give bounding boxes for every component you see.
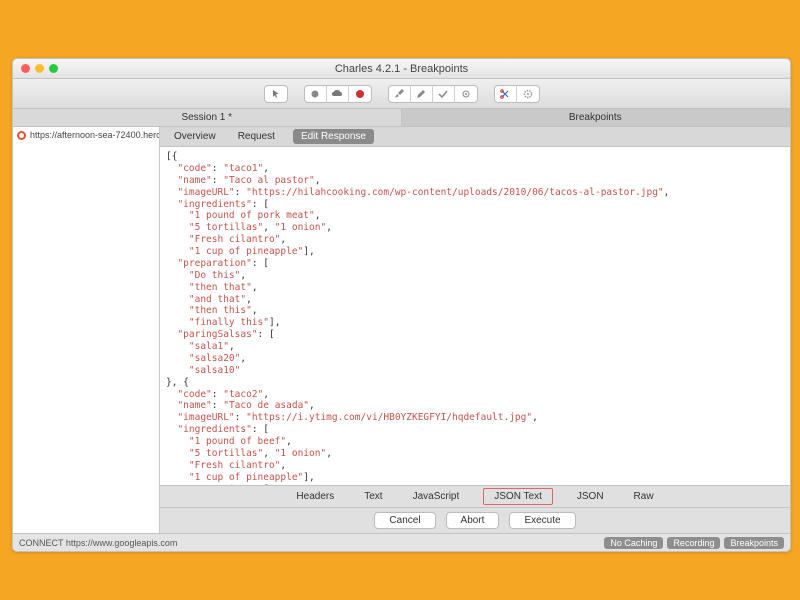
minimize-icon[interactable] <box>35 64 44 73</box>
cursor-icon[interactable] <box>265 85 287 103</box>
request-url: https://afternoon-sea-72400.herokuapp <box>30 130 159 140</box>
scissors-icon[interactable] <box>495 85 517 103</box>
toolbar-group-edit <box>388 85 478 103</box>
tab-request[interactable]: Request <box>234 129 279 144</box>
body: https://afternoon-sea-72400.herokuapp Ov… <box>13 127 790 533</box>
record-icon[interactable] <box>305 85 327 103</box>
zoom-icon[interactable] <box>49 64 58 73</box>
cancel-button[interactable]: Cancel <box>374 512 435 529</box>
sidebar: https://afternoon-sea-72400.herokuapp <box>13 127 160 533</box>
window-title: Charles 4.2.1 - Breakpoints <box>13 63 790 75</box>
main-pane: Overview Request Edit Response [{ "code"… <box>160 127 790 533</box>
tab-session[interactable]: Session 1 * <box>13 109 402 126</box>
cloud-icon[interactable] <box>327 85 349 103</box>
statusbar: CONNECT https://www.googleapis.com No Ca… <box>13 533 790 551</box>
stop-icon[interactable] <box>349 85 371 103</box>
btab-json-text[interactable]: JSON Text <box>483 488 553 505</box>
btab-raw[interactable]: Raw <box>628 489 660 504</box>
toolbar-group-left <box>264 85 288 103</box>
check-icon[interactable] <box>433 85 455 103</box>
close-icon[interactable] <box>21 64 30 73</box>
tab-overview[interactable]: Overview <box>170 129 220 144</box>
action-row: Cancel Abort Execute <box>160 507 790 533</box>
status-badges: No Caching Recording Breakpoints <box>604 537 784 549</box>
status-connect: CONNECT https://www.googleapis.com <box>19 538 177 548</box>
toolbar <box>13 79 790 109</box>
toolbar-group-right <box>494 85 540 103</box>
bottom-tabs: Headers Text JavaScript JSON Text JSON R… <box>160 485 790 507</box>
json-editor[interactable]: [{ "code": "taco1", "name": "Taco al pas… <box>160 147 790 485</box>
tab-breakpoints[interactable]: Breakpoints <box>402 109 791 126</box>
settings-icon[interactable] <box>455 85 477 103</box>
brush-icon[interactable] <box>389 85 411 103</box>
pencil-icon[interactable] <box>411 85 433 103</box>
request-row[interactable]: https://afternoon-sea-72400.herokuapp <box>13 127 159 143</box>
badge-recording: Recording <box>667 537 720 549</box>
upper-tabs: Session 1 * Breakpoints <box>13 109 790 127</box>
btab-json[interactable]: JSON <box>571 489 610 504</box>
toolbar-group-mid <box>304 85 372 103</box>
execute-button[interactable]: Execute <box>509 512 575 529</box>
tab-edit-response[interactable]: Edit Response <box>293 129 374 144</box>
gear-icon[interactable] <box>517 85 539 103</box>
window-controls <box>13 64 58 73</box>
btab-text[interactable]: Text <box>358 489 388 504</box>
btab-javascript[interactable]: JavaScript <box>407 489 466 504</box>
badge-nocaching: No Caching <box>604 537 663 549</box>
sub-tabs: Overview Request Edit Response <box>160 127 790 147</box>
btab-headers[interactable]: Headers <box>290 489 340 504</box>
abort-button[interactable]: Abort <box>446 512 500 529</box>
titlebar: Charles 4.2.1 - Breakpoints <box>13 59 790 79</box>
breakpoint-icon <box>17 131 26 140</box>
badge-breakpoints: Breakpoints <box>724 537 784 549</box>
app-window: Charles 4.2.1 - Breakpoints Session 1 * … <box>12 58 791 552</box>
